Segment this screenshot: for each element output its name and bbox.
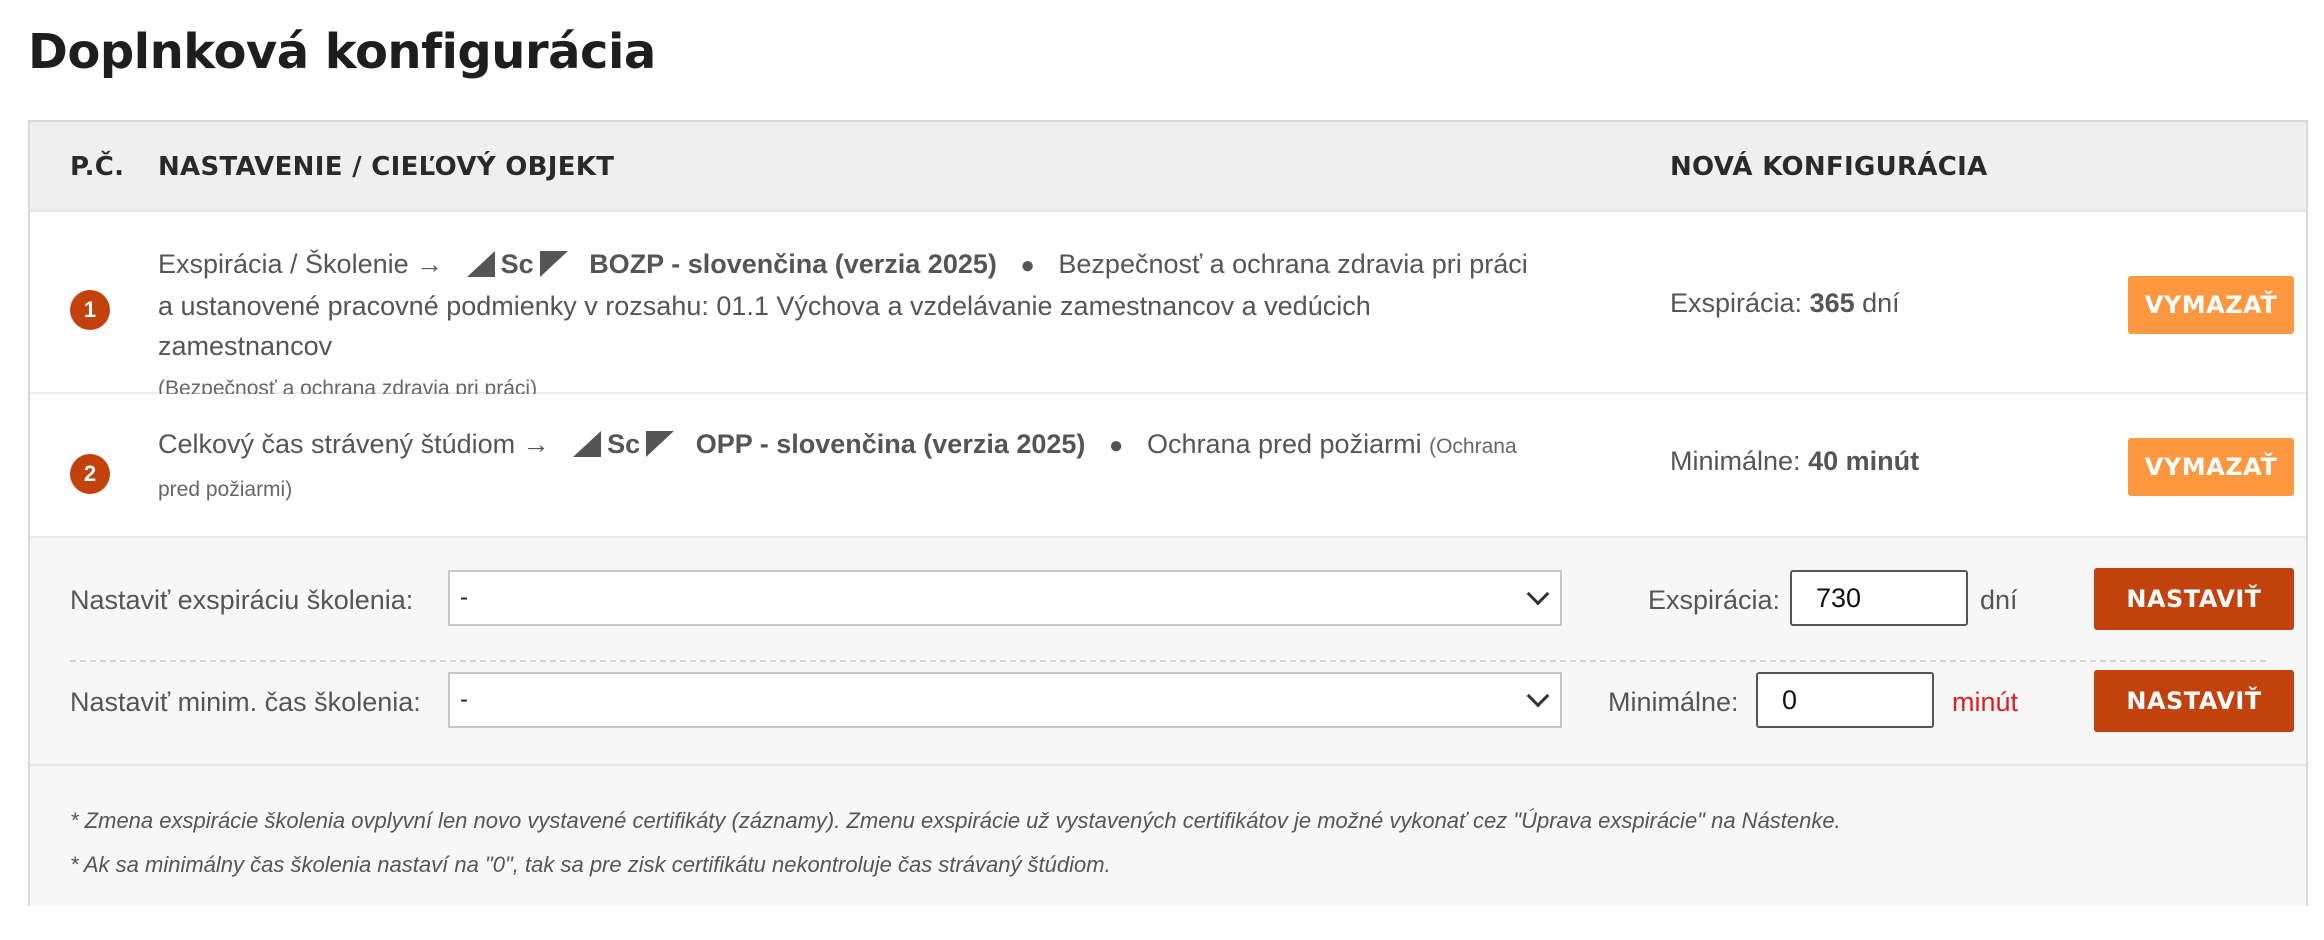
new-config: Minimálne: 40 minút bbox=[1670, 446, 1919, 477]
config-value: 365 bbox=[1809, 288, 1855, 318]
bullet: ● bbox=[1108, 432, 1124, 459]
expiration-input-label: Exspirácia: bbox=[1648, 585, 1781, 615]
logo-text: Sc bbox=[500, 249, 534, 279]
course-name: BOZP - slovenčina (verzia 2025) bbox=[589, 249, 997, 279]
config-label: Exspirácia: bbox=[1670, 288, 1803, 318]
set-expiration-button[interactable]: NASTAVIŤ bbox=[2094, 568, 2294, 630]
delete-button[interactable]: VYMAZAŤ bbox=[2128, 276, 2294, 334]
table-row: 2 Celkový čas strávený štúdiom → Sc OPP … bbox=[30, 394, 2306, 538]
set-min-time-button[interactable]: NASTAVIŤ bbox=[2094, 670, 2294, 732]
expiration-setting-label: Nastaviť exspiráciu školenia: bbox=[70, 585, 414, 615]
select-value: - bbox=[460, 584, 468, 611]
min-time-minutes-input[interactable]: 0 bbox=[1756, 672, 1934, 728]
min-time-setting-label: Nastaviť minim. čas školenia: bbox=[70, 687, 421, 717]
row-number-badge: 2 bbox=[70, 454, 110, 494]
chevron-down-icon bbox=[1526, 684, 1550, 708]
row-description: Celkový čas strávený štúdiom → Sc OPP - … bbox=[158, 424, 1548, 510]
expiration-days-input[interactable]: 730 bbox=[1790, 570, 1968, 626]
course-description: Ochrana pred požiarmi bbox=[1146, 429, 1422, 459]
row-number-badge: 1 bbox=[70, 290, 110, 330]
bullet: ● bbox=[1020, 252, 1035, 279]
config-panel: P.Č. NASTAVENIE / CIEĽOVÝ OBJEKT NOVÁ KO… bbox=[28, 120, 2308, 906]
expiration-setting-row: Nastaviť exspiráciu školenia: - Exspirác… bbox=[30, 550, 2306, 662]
min-time-course-select[interactable]: - bbox=[448, 672, 1562, 728]
header-number: P.Č. bbox=[70, 152, 125, 182]
course-name: OPP - slovenčina (verzia 2025) bbox=[695, 429, 1086, 459]
min-time-input-label: Minimálne: bbox=[1608, 687, 1739, 717]
config-value: 40 minút bbox=[1808, 446, 1920, 476]
page: Doplnková konfigurácia P.Č. NASTAVENIE /… bbox=[0, 0, 2324, 940]
row-description: Exspirácia / Školenie → Sc BOZP - sloven… bbox=[158, 244, 1548, 409]
min-time-unit: minút bbox=[1952, 687, 2019, 717]
new-config: Exspirácia: 365 dní bbox=[1670, 288, 1900, 319]
chevron-down-icon bbox=[1526, 582, 1550, 606]
note-min-time: * Ak sa minimálny čas školenia nastaví n… bbox=[70, 852, 1111, 877]
settings-section: Nastaviť exspiráciu školenia: - Exspirác… bbox=[30, 538, 2306, 766]
min-time-setting-row: Nastaviť minim. čas školenia: - Minimáln… bbox=[30, 652, 2306, 752]
notes-section: * Zmena exspirácie školenia ovplyvní len… bbox=[30, 766, 2306, 906]
expiration-unit: dní bbox=[1980, 585, 2018, 615]
select-value: - bbox=[460, 686, 468, 713]
logo-text: Sc bbox=[607, 429, 641, 459]
logo-triangle-left bbox=[466, 251, 495, 277]
table-header: P.Č. NASTAVENIE / CIEĽOVÝ OBJEKT NOVÁ KO… bbox=[30, 122, 2306, 212]
delete-button[interactable]: VYMAZAŤ bbox=[2128, 438, 2294, 496]
logo-triangle-right bbox=[646, 431, 675, 457]
logo-triangle-right bbox=[539, 251, 568, 277]
row-prefix: Celkový čas strávený štúdiom → bbox=[158, 429, 550, 459]
row-prefix: Exspirácia / Školenie → bbox=[158, 249, 444, 279]
note-expiration: * Zmena exspirácie školenia ovplyvní len… bbox=[70, 808, 1841, 833]
config-label: Minimálne: bbox=[1670, 446, 1801, 476]
header-setting: NASTAVENIE / CIEĽOVÝ OBJEKT bbox=[158, 152, 615, 182]
page-title: Doplnková konfigurácia bbox=[28, 24, 656, 80]
scorm-logo-icon: Sc bbox=[466, 244, 568, 284]
expiration-course-select[interactable]: - bbox=[448, 570, 1562, 626]
logo-triangle-left bbox=[573, 431, 602, 457]
scorm-logo-icon: Sc bbox=[573, 424, 675, 464]
header-config: NOVÁ KONFIGURÁCIA bbox=[1670, 152, 1988, 182]
config-unit: dní bbox=[1862, 288, 1900, 318]
table-row: 1 Exspirácia / Školenie → Sc BOZP - slov… bbox=[30, 214, 2306, 400]
